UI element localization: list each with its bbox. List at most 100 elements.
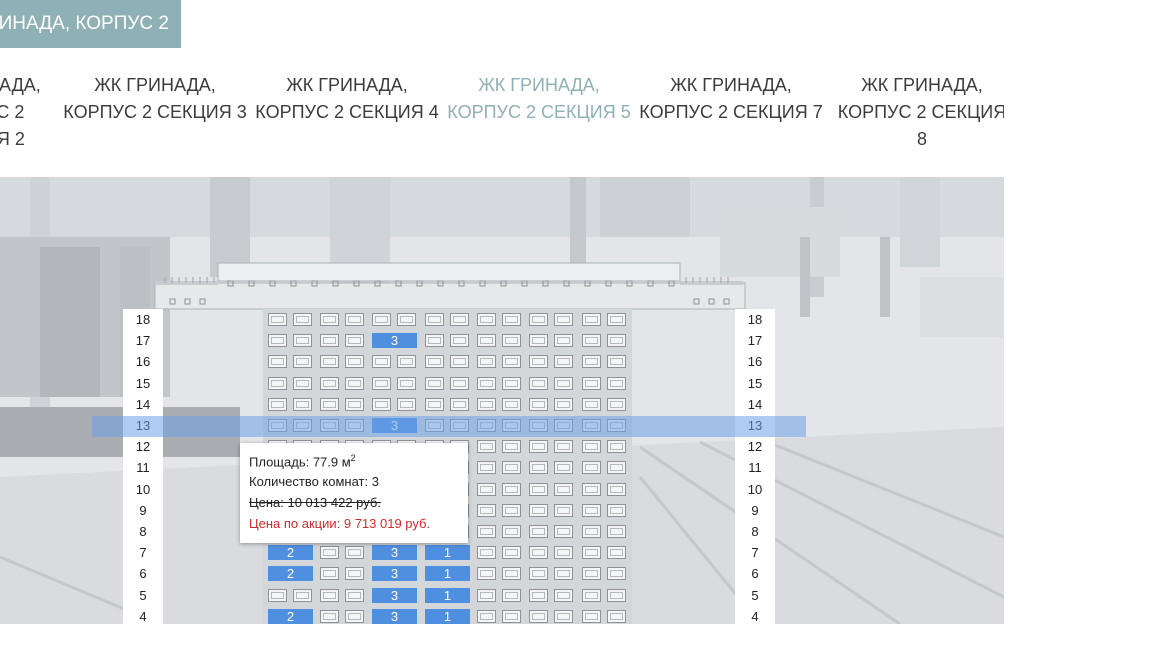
flat-cell[interactable] <box>318 607 369 626</box>
flat-cell[interactable] <box>318 374 369 393</box>
flat-cell[interactable] <box>475 395 526 414</box>
flat-cell[interactable] <box>475 374 526 393</box>
flat-cell[interactable] <box>475 331 526 350</box>
flat-cell[interactable] <box>580 310 631 329</box>
flat-cell[interactable] <box>370 395 421 414</box>
flat-cell[interactable] <box>580 331 631 350</box>
flat-cell[interactable] <box>475 352 526 371</box>
flat-cell[interactable] <box>527 586 578 605</box>
flat-cell[interactable] <box>527 395 578 414</box>
window-icon <box>554 525 573 538</box>
tab-section-7[interactable]: ЖК ГРИНАДА, КОРПУС 2 СЕКЦИЯ 7 <box>638 72 824 126</box>
flat-cell-available[interactable]: 1 <box>423 586 474 605</box>
flat-cell[interactable] <box>527 331 578 350</box>
flat-cell[interactable] <box>580 480 631 499</box>
flat-rooms-badge[interactable]: 3 <box>372 566 417 582</box>
flat-cell[interactable] <box>475 437 526 456</box>
flat-rooms-badge[interactable]: 1 <box>425 587 470 603</box>
flat-cell[interactable] <box>475 586 526 605</box>
flat-rooms-badge[interactable]: 2 <box>268 545 313 561</box>
flat-cell[interactable] <box>580 543 631 562</box>
flat-cell[interactable] <box>423 374 474 393</box>
flat-cell[interactable] <box>527 374 578 393</box>
flat-cell[interactable] <box>370 310 421 329</box>
flat-cell[interactable] <box>423 395 474 414</box>
flat-rooms-badge[interactable]: 1 <box>425 545 470 561</box>
flat-cell[interactable] <box>527 543 578 562</box>
tab-section-8[interactable]: ЖК ГРИНАДА, КОРПУС 2 СЕКЦИЯ 8 <box>836 72 1004 150</box>
flat-cell[interactable] <box>527 564 578 583</box>
flat-rooms-badge[interactable]: 1 <box>425 566 470 582</box>
flat-cell-available[interactable]: 3 <box>370 586 421 605</box>
flat-cell[interactable] <box>527 522 578 541</box>
flat-cell[interactable] <box>318 564 369 583</box>
floor-label: 10 <box>135 481 151 497</box>
flat-cell-available[interactable]: 3 <box>370 607 421 626</box>
flat-cell[interactable] <box>318 543 369 562</box>
flat-cell[interactable] <box>580 437 631 456</box>
flat-cell[interactable] <box>580 374 631 393</box>
flat-cell[interactable] <box>370 352 421 371</box>
flat-rooms-badge[interactable]: 3 <box>372 333 417 349</box>
tab-section-2[interactable]: ЖК ГРИНАДА, КОРПУС 2 СЕКЦИЯ 2 <box>0 72 60 150</box>
flat-cell[interactable] <box>318 331 369 350</box>
flat-cell[interactable] <box>266 331 317 350</box>
flat-cell-available[interactable]: 1 <box>423 607 474 626</box>
flat-cell[interactable] <box>527 437 578 456</box>
flat-cell[interactable] <box>423 310 474 329</box>
flat-cell-available[interactable]: 2 <box>266 543 317 562</box>
window-icon <box>372 313 391 326</box>
flat-cell[interactable] <box>580 395 631 414</box>
flat-cell[interactable] <box>580 458 631 477</box>
flat-cell[interactable] <box>580 586 631 605</box>
flat-cell-available[interactable]: 3 <box>370 543 421 562</box>
flat-cell-available[interactable]: 2 <box>266 607 317 626</box>
flat-rooms-badge[interactable]: 3 <box>372 587 417 603</box>
flat-cell[interactable] <box>423 331 474 350</box>
flat-cell[interactable] <box>266 310 317 329</box>
flat-cell[interactable] <box>475 564 526 583</box>
flat-cell-available[interactable]: 3 <box>370 564 421 583</box>
window-icon <box>582 567 601 581</box>
flat-cell[interactable] <box>266 374 317 393</box>
flat-cell[interactable] <box>475 501 526 520</box>
flat-cell[interactable] <box>318 310 369 329</box>
flat-cell[interactable] <box>527 458 578 477</box>
flat-cell[interactable] <box>580 522 631 541</box>
flat-rooms-badge[interactable]: 3 <box>372 545 417 561</box>
flat-rooms-badge[interactable]: 2 <box>268 608 313 624</box>
flat-cell[interactable] <box>318 395 369 414</box>
flat-rooms-badge[interactable]: 3 <box>372 608 417 624</box>
flat-cell[interactable] <box>370 374 421 393</box>
flat-rooms-badge[interactable]: 1 <box>425 608 470 624</box>
flat-cell[interactable] <box>580 564 631 583</box>
flat-cell-available[interactable]: 2 <box>266 564 317 583</box>
flat-cell[interactable] <box>266 352 317 371</box>
flat-cell[interactable] <box>475 458 526 477</box>
flat-cell-available[interactable]: 1 <box>423 543 474 562</box>
flat-cell[interactable] <box>475 543 526 562</box>
flat-cell[interactable] <box>580 352 631 371</box>
flat-cell[interactable] <box>475 607 526 626</box>
flat-cell[interactable] <box>580 501 631 520</box>
tab-section-4[interactable]: ЖК ГРИНАДА, КОРПУС 2 СЕКЦИЯ 4 <box>254 72 440 126</box>
tab-section-3[interactable]: ЖК ГРИНАДА, КОРПУС 2 СЕКЦИЯ 3 <box>62 72 248 126</box>
flat-rooms-badge[interactable]: 2 <box>268 566 313 582</box>
flat-cell[interactable] <box>527 501 578 520</box>
tab-section-5[interactable]: ЖК ГРИНАДА, КОРПУС 2 СЕКЦИЯ 5 <box>446 72 632 126</box>
flat-cell[interactable] <box>318 586 369 605</box>
flat-cell-available[interactable]: 3 <box>370 331 421 350</box>
flat-cell[interactable] <box>527 310 578 329</box>
flat-cell[interactable] <box>527 352 578 371</box>
flat-cell[interactable] <box>423 352 474 371</box>
flat-cell[interactable] <box>475 522 526 541</box>
flat-cell[interactable] <box>527 607 578 626</box>
flat-cell[interactable] <box>580 607 631 626</box>
flat-cell[interactable] <box>527 480 578 499</box>
flat-cell[interactable] <box>318 352 369 371</box>
flat-cell[interactable] <box>475 480 526 499</box>
flat-cell[interactable] <box>266 395 317 414</box>
flat-cell[interactable] <box>266 586 317 605</box>
flat-cell[interactable] <box>475 310 526 329</box>
flat-cell-available[interactable]: 1 <box>423 564 474 583</box>
